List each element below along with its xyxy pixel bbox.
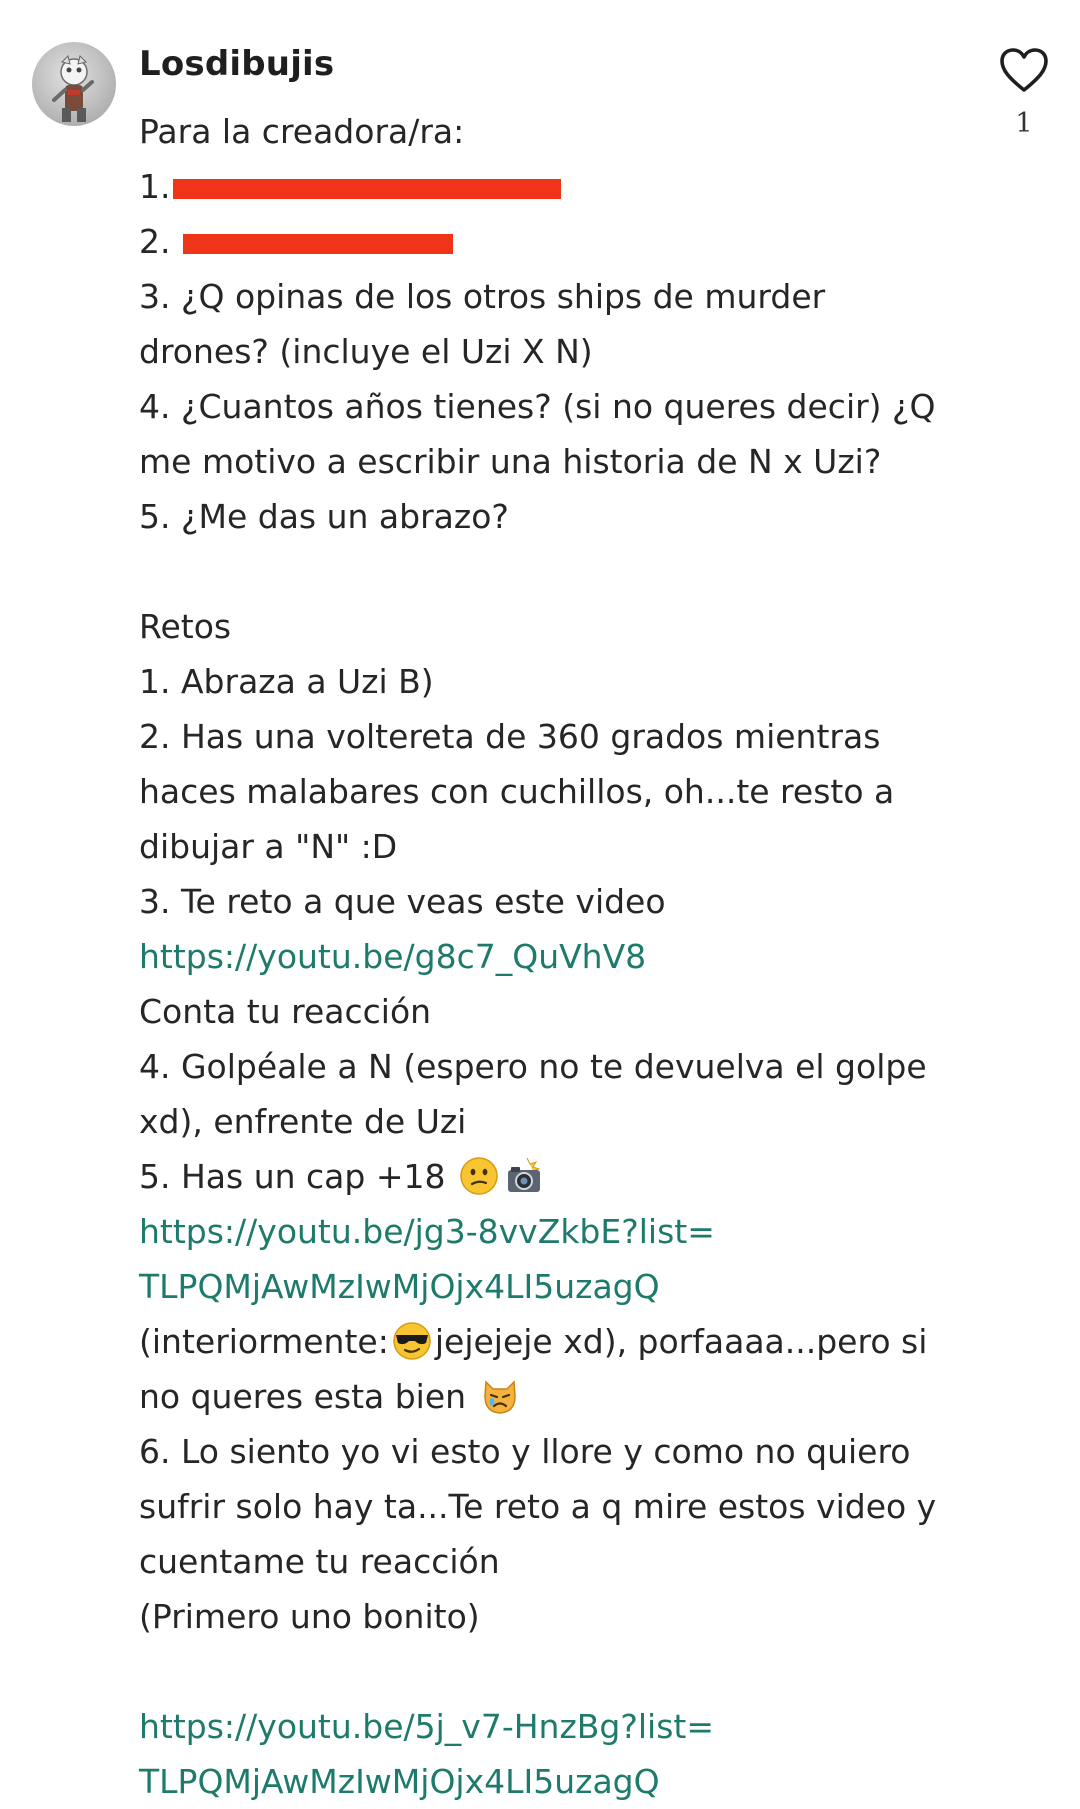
video-link-continued[interactable]: TLPQMjAwMzIwMjOjx4LI5uzagQ [139, 1754, 929, 1809]
comment-text-line: (Primero uno bonito) [139, 1597, 480, 1636]
comment-text-line: 4. Golpéale a N (espero no te devuelva e… [139, 1047, 927, 1086]
comment-text-line: dibujar a "N" :D [139, 827, 398, 866]
comment: Losdibujis 1 Para la creadora/ra: 1. 2. … [0, 0, 1080, 1807]
video-link[interactable]: https://youtu.be/jg3-8vvZkbE?list= [139, 1204, 929, 1259]
redaction-bar [172, 178, 561, 199]
crying-cat-emoji [480, 1376, 520, 1416]
comment-text-line: xd), enfrente de Uzi [139, 1102, 467, 1141]
comment-text: jejejeje xd), porfaaaa...pero si [434, 1322, 928, 1361]
comment-text-line: drones? (incluye el Uzi X N) [139, 332, 593, 371]
comment-text-line: 3. Te reto a que veas este video [139, 882, 666, 921]
question-number: 1. [139, 167, 171, 206]
comment-text-line: (interiormente: jejejeje xd), porfaaaa..… [139, 1314, 929, 1369]
comment-text: no queres esta bien [139, 1377, 467, 1416]
comment-text-line: 2. Has una voltereta de 360 grados mient… [139, 717, 881, 756]
comment-text: 5. Has un cap +18 [139, 1157, 446, 1196]
comment-text-line: cuentame tu reacción [139, 1542, 500, 1581]
camera-with-flash-emoji [505, 1156, 545, 1196]
comment-text-line: 1. [139, 159, 929, 214]
sunglasses-face-emoji [392, 1321, 432, 1361]
confused-face-emoji [459, 1156, 499, 1196]
comment-text-line: 2. [139, 214, 929, 269]
like-count: 1 [1015, 108, 1033, 139]
comment-text-line: 4. ¿Cuantos años tienes? (si no queres d… [139, 387, 936, 426]
comment-text-line: 1. Abraza a Uzi B) [139, 662, 434, 701]
comment-text-line: me motivo a escribir una historia de N x… [139, 442, 882, 481]
heart-outline-icon[interactable] [996, 48, 1052, 94]
question-number: 2. [139, 222, 171, 261]
comment-text: (interiormente: [139, 1322, 389, 1361]
comment-text-line: Conta tu reacción [139, 992, 432, 1031]
comment-text-line: Para la creadora/ra: [139, 112, 465, 151]
redaction-bar [183, 233, 453, 254]
video-link-continued[interactable]: TLPQMjAwMzIwMjOjx4LI5uzagQ [139, 1259, 929, 1314]
comment-body: Para la creadora/ra: 1. 2. 3. ¿Q opinas … [139, 104, 937, 1809]
like-control[interactable]: 1 [996, 48, 1052, 139]
video-link[interactable]: https://youtu.be/g8c7_QuVhV8 [139, 929, 929, 984]
comment-text-line: 5. Has un cap +18 [139, 1149, 929, 1204]
comment-text-line: sufrir solo hay ta...Te reto a q mire es… [139, 1487, 937, 1526]
avatar[interactable] [32, 42, 116, 126]
comment-text-line: 6. Lo siento yo vi esto y llore y como n… [139, 1432, 911, 1471]
comment-text-line: 5. ¿Me das un abrazo? [139, 497, 509, 536]
comment-text-line: 3. ¿Q opinas de los otros ships de murde… [139, 277, 826, 316]
username[interactable]: Losdibujis [139, 44, 334, 84]
comment-text-line: haces malabares con cuchillos, oh...te r… [139, 772, 895, 811]
comment-text-line: no queres esta bien [139, 1369, 929, 1424]
avatar-image [52, 55, 94, 122]
video-link[interactable]: https://youtu.be/5j_v7-HnzBg?list= [139, 1699, 929, 1754]
section-heading: Retos [139, 607, 232, 646]
